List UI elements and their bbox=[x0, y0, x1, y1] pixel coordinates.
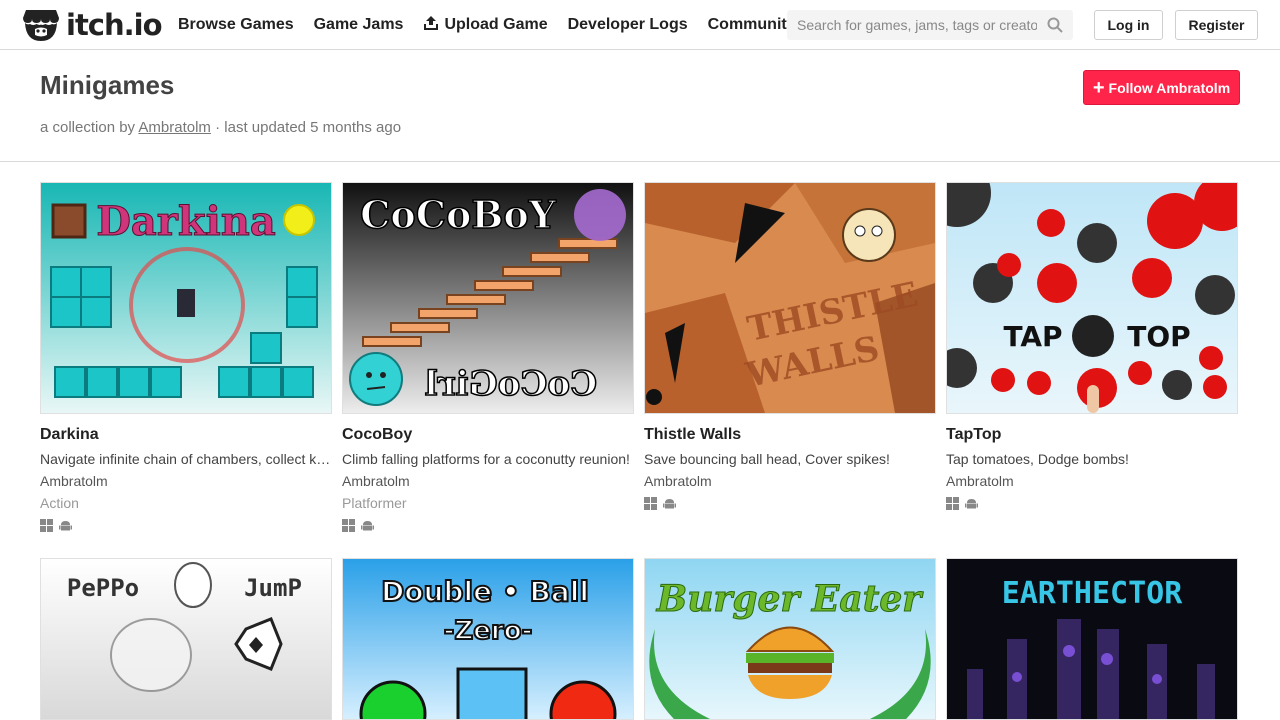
game-description: Tap tomatoes, Dodge bombs! bbox=[946, 451, 1129, 467]
page-title: Minigames bbox=[40, 70, 175, 100]
platform-icons bbox=[40, 519, 78, 532]
android-icon bbox=[59, 519, 72, 532]
game-description: Climb falling platforms for a coconutty … bbox=[342, 451, 630, 467]
plus-icon: + bbox=[1092, 76, 1105, 99]
collection-updated: · last updated 5 months ago bbox=[215, 119, 402, 136]
game-cell: Darkina Darkina Navigate infinite chain … bbox=[40, 182, 332, 532]
site-logo[interactable]: itch.io bbox=[22, 7, 163, 43]
main-nav: Browse Games Game Jams Upload Game Devel… bbox=[178, 0, 816, 50]
cover-text: PePPo bbox=[67, 574, 139, 602]
platform-icons bbox=[946, 497, 984, 510]
android-icon bbox=[361, 519, 374, 532]
platform-icons bbox=[644, 497, 682, 510]
android-icon bbox=[965, 497, 978, 510]
cover-text: TAP bbox=[1003, 320, 1062, 353]
cover-text: Burger Eater bbox=[656, 578, 924, 620]
game-author[interactable]: Ambratolm bbox=[644, 473, 712, 489]
cover-text-2: JumP bbox=[244, 574, 302, 602]
upload-icon bbox=[423, 15, 439, 36]
platform-icons bbox=[342, 519, 380, 532]
game-thumbnail-peppo-jump[interactable]: PePPo JumP bbox=[40, 558, 332, 720]
nav-browse-games[interactable]: Browse Games bbox=[178, 16, 294, 34]
nav-upload-game-label: Upload Game bbox=[444, 16, 548, 33]
windows-icon bbox=[644, 497, 657, 510]
register-button[interactable]: Register bbox=[1175, 10, 1258, 40]
nav-developer-logs[interactable]: Developer Logs bbox=[568, 16, 688, 34]
game-thumbnail-darkina[interactable]: Darkina bbox=[40, 182, 332, 414]
game-author[interactable]: Ambratolm bbox=[946, 473, 1014, 489]
search-icon[interactable] bbox=[1047, 17, 1063, 38]
game-title[interactable]: TapTop bbox=[946, 426, 1001, 444]
windows-icon bbox=[40, 519, 53, 532]
game-genre: Action bbox=[40, 495, 79, 511]
game-title[interactable]: Darkina bbox=[40, 426, 99, 444]
login-button[interactable]: Log in bbox=[1094, 10, 1163, 40]
android-icon bbox=[663, 497, 676, 510]
collection-subtitle: a collection by Ambratolm · last updated… bbox=[40, 119, 401, 136]
game-thumbnail-earthector[interactable]: EARTHECTOR bbox=[946, 558, 1238, 720]
game-cell: Burger Eater bbox=[644, 558, 936, 720]
game-thumbnail-thistle-walls[interactable]: THISTLE WALLS bbox=[644, 182, 936, 414]
cover-text: EARTHECTOR bbox=[1002, 576, 1184, 611]
cover-text: Darkina bbox=[96, 198, 276, 245]
game-description: Save bouncing ball head, Cover spikes! bbox=[644, 451, 890, 467]
game-thumbnail-cocoboy[interactable]: CoCoBoY CoCoGirl bbox=[342, 182, 634, 414]
search-input[interactable] bbox=[787, 10, 1037, 40]
game-author[interactable]: Ambratolm bbox=[342, 473, 410, 489]
collection-prefix: a collection by bbox=[40, 119, 136, 136]
nav-community[interactable]: Community bbox=[708, 16, 796, 34]
nav-upload-game[interactable]: Upload Game bbox=[423, 15, 548, 36]
game-description: Navigate infinite chain of chambers, col… bbox=[40, 451, 332, 467]
game-cell: PePPo JumP bbox=[40, 558, 332, 720]
itchio-logo-icon bbox=[23, 10, 59, 41]
game-cell: EARTHECTOR bbox=[946, 558, 1238, 720]
game-thumbnail-taptop[interactable]: TAP TOP bbox=[946, 182, 1238, 414]
collection-author-link[interactable]: Ambratolm bbox=[138, 119, 211, 136]
game-title[interactable]: Thistle Walls bbox=[644, 426, 741, 444]
game-cell: Double • Ball -Zero- bbox=[342, 558, 634, 720]
game-author[interactable]: Ambratolm bbox=[40, 473, 108, 489]
game-cell: THISTLE WALLS Thistle Walls Save bouncin… bbox=[644, 182, 936, 510]
cover-text: Double • Ball bbox=[381, 575, 589, 608]
cover-text-2: TOP bbox=[1127, 320, 1190, 353]
follow-button[interactable]: + Follow Ambratolm bbox=[1083, 70, 1240, 105]
site-name: itch.io bbox=[66, 8, 163, 42]
game-thumbnail-burger-eater[interactable]: Burger Eater bbox=[644, 558, 936, 720]
collection-header: Minigames a collection by Ambratolm · la… bbox=[0, 51, 1280, 162]
game-cell: TAP TOP TapTop Tap tomatoes, Dodge bombs… bbox=[946, 182, 1238, 510]
cover-text-2: CoCoGirl bbox=[425, 364, 597, 404]
cover-text: CoCoBoY bbox=[360, 192, 557, 237]
game-thumbnail-double-ball-zero[interactable]: Double • Ball -Zero- bbox=[342, 558, 634, 720]
nav-game-jams[interactable]: Game Jams bbox=[314, 16, 404, 34]
cover-text-2: -Zero- bbox=[444, 616, 533, 646]
site-header: itch.io Browse Games Game Jams Upload Ga… bbox=[0, 0, 1280, 50]
windows-icon bbox=[946, 497, 959, 510]
search-box bbox=[787, 10, 1073, 40]
game-title[interactable]: CocoBoy bbox=[342, 426, 412, 444]
game-cell: CoCoBoY CoCoGirl CocoBoy Climb falling p… bbox=[342, 182, 634, 532]
game-genre: Platformer bbox=[342, 495, 407, 511]
windows-icon bbox=[342, 519, 355, 532]
follow-button-label: Follow Ambratolm bbox=[1108, 79, 1231, 96]
